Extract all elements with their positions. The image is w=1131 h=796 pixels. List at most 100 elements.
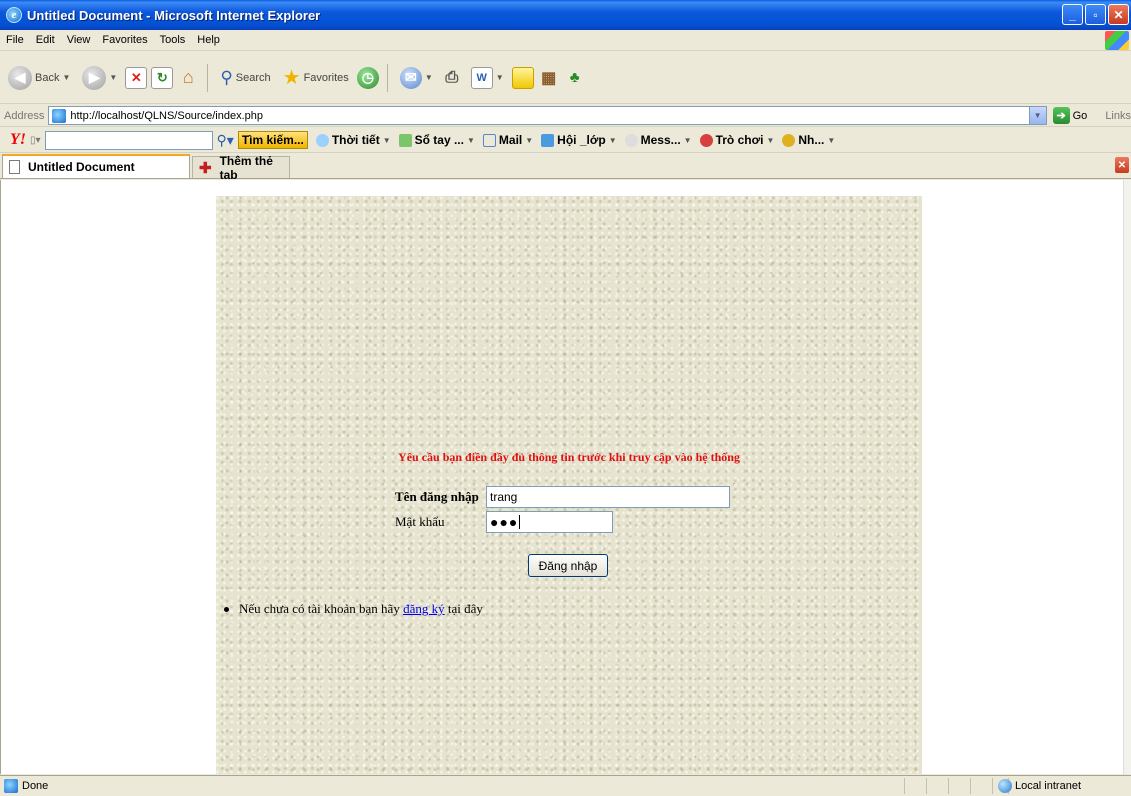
minimize-button[interactable]: _ xyxy=(1062,4,1083,25)
edit-button[interactable]: W ▼ xyxy=(467,65,508,91)
bullet-icon xyxy=(224,606,229,612)
password-label: Mật khẩu xyxy=(395,514,445,529)
yahoo-more[interactable]: Nh... ▼ xyxy=(782,133,835,147)
search-icon: ⚲ xyxy=(220,67,233,87)
page-viewport: Yêu cầu bạn điền đầy đủ thông tin trước … xyxy=(0,180,1131,774)
address-input[interactable]: http://localhost/QLNS/Source/index.php ▼ xyxy=(48,106,1047,125)
menu-help[interactable]: Help xyxy=(191,34,226,46)
zone-text: Local intranet xyxy=(1014,780,1081,792)
yahoo-weather[interactable]: Thời tiết ▼ xyxy=(315,133,391,147)
yahoo-games[interactable]: Trò chơi ▼ xyxy=(699,133,774,147)
forward-button[interactable]: ▶ ▼ xyxy=(78,64,121,92)
toolbar-separator xyxy=(207,63,209,92)
plus-icon: ✚ xyxy=(199,159,212,177)
yahoo-toolbar: Y! ▯▾ ⚲▾ Tìm kiếm... Thời tiết ▼ Sổ tay .… xyxy=(0,128,1131,153)
status-divider xyxy=(904,778,905,794)
refresh-icon[interactable]: ↻ xyxy=(151,66,174,89)
register-line: Nếu chưa có tài khoản bạn hãy đăng ký tạ… xyxy=(224,601,483,617)
username-input[interactable]: trang xyxy=(486,486,730,508)
maximize-button[interactable]: ▫ xyxy=(1085,4,1106,25)
page-done-icon xyxy=(4,778,18,793)
tab-bar: Untitled Document ✚ Thêm thẻ tab ✕ xyxy=(0,153,1131,182)
dropdown-arrow-icon: ▼ xyxy=(62,73,71,82)
search-icon[interactable]: ⚲▾ xyxy=(217,132,234,149)
menu-file[interactable]: File xyxy=(0,34,30,46)
address-url: http://localhost/QLNS/Source/index.php xyxy=(70,109,263,122)
close-button[interactable]: ✕ xyxy=(1108,4,1129,25)
ie-logo-icon: e xyxy=(6,7,22,23)
messenger-icon[interactable]: ♣ xyxy=(564,67,586,89)
title-bar: e Untitled Document - Microsoft Internet… xyxy=(0,0,1131,30)
messenger-icon xyxy=(624,133,638,147)
window-title: Untitled Document - Microsoft Internet E… xyxy=(27,7,321,23)
globe-icon xyxy=(997,779,1012,793)
yahoo-class-group[interactable]: Hội _lớp ▼ xyxy=(541,133,617,147)
forward-arrow-icon: ▶ xyxy=(82,65,107,90)
register-suffix: tại đây xyxy=(447,601,483,616)
menu-view[interactable]: View xyxy=(61,34,97,46)
tab-untitled-document[interactable]: Untitled Document xyxy=(2,154,190,178)
status-text: Done xyxy=(22,779,49,792)
address-label: Address xyxy=(4,109,45,122)
dropdown-arrow-icon: ▼ xyxy=(495,73,504,82)
status-divider xyxy=(948,778,949,794)
login-button[interactable]: Đăng nhập xyxy=(528,554,608,577)
new-tab-button[interactable]: ✚ Thêm thẻ tab xyxy=(192,154,290,182)
close-tab-icon[interactable]: ✕ xyxy=(1115,157,1129,173)
yahoo-search-button[interactable]: Tìm kiếm... xyxy=(237,131,308,149)
text-caret xyxy=(519,515,521,529)
toolbar-separator xyxy=(386,63,388,92)
menu-tools[interactable]: Tools xyxy=(154,34,192,46)
menu-bar: File Edit View Favorites Tools Help xyxy=(0,30,1131,51)
dropdown-arrow-icon: ▼ xyxy=(424,73,433,82)
yahoo-messenger[interactable]: Mess... ▼ xyxy=(624,133,692,147)
address-dropdown-icon[interactable]: ▼ xyxy=(1028,107,1046,124)
go-arrow-icon: ➔ xyxy=(1052,107,1070,124)
star-icon: ★ xyxy=(282,67,301,89)
search-button[interactable]: ⚲ Search xyxy=(216,66,274,90)
back-button[interactable]: ◀ Back ▼ xyxy=(4,64,74,92)
note-icon[interactable] xyxy=(511,66,534,89)
print-icon[interactable]: ⎙ xyxy=(441,67,463,89)
go-button[interactable]: ➔ Go xyxy=(1052,107,1087,124)
register-link[interactable]: đăng ký xyxy=(403,601,445,617)
password-input[interactable]: ●●● xyxy=(486,511,613,533)
yahoo-logo-icon[interactable]: Y! xyxy=(10,131,26,149)
cloud-icon xyxy=(315,133,329,147)
login-notice: Yêu cầu bạn điền đầy đủ thông tin trước … xyxy=(398,450,740,464)
login-panel: Yêu cầu bạn điền đầy đủ thông tin trước … xyxy=(216,196,922,774)
document-icon xyxy=(9,160,20,174)
vertical-scrollbar[interactable] xyxy=(1123,180,1131,774)
yahoo-search-input[interactable] xyxy=(44,130,213,150)
security-zone: Local intranet xyxy=(997,776,1081,796)
notepad-icon xyxy=(398,133,412,147)
games-icon xyxy=(699,133,713,147)
back-arrow-icon: ◀ xyxy=(8,65,32,90)
yahoo-mail[interactable]: Mail ▼ xyxy=(482,133,533,147)
menu-favorites[interactable]: Favorites xyxy=(96,34,153,46)
home-icon[interactable]: ⌂ xyxy=(177,67,199,89)
yahoo-notepad[interactable]: Sổ tay ... ▼ xyxy=(398,133,475,147)
status-divider xyxy=(992,778,993,794)
mail-icon: ✉ xyxy=(399,66,422,89)
address-bar: Address http://localhost/QLNS/Source/ind… xyxy=(0,105,1131,127)
yahoo-menu-icon[interactable]: ▯▾ xyxy=(30,135,41,146)
password-mask: ●●● xyxy=(490,514,519,530)
page-icon xyxy=(52,108,67,123)
music-icon xyxy=(782,133,796,147)
status-bar: Done Local intranet xyxy=(0,775,1131,795)
windows-logo-icon xyxy=(1105,31,1129,50)
mail-icon xyxy=(482,133,496,147)
username-row: Tên đăng nhập trang xyxy=(395,486,730,508)
password-row: Mật khẩu ●●● xyxy=(395,511,613,533)
history-icon[interactable]: ◷ xyxy=(356,66,379,89)
menu-edit[interactable]: Edit xyxy=(30,34,61,46)
research-icon[interactable]: ▦ xyxy=(538,67,560,89)
stop-icon[interactable]: ✕ xyxy=(125,66,148,89)
mail-button[interactable]: ✉ ▼ xyxy=(396,65,437,91)
links-button[interactable]: Links xyxy=(1105,110,1131,122)
standard-toolbar: ◀ Back ▼ ▶ ▼ ✕ ↻ ⌂ ⚲ Search ★ Favorites … xyxy=(0,52,1131,104)
username-value: trang xyxy=(490,490,518,504)
status-divider xyxy=(926,778,927,794)
favorites-button[interactable]: ★ Favorites xyxy=(279,63,353,92)
